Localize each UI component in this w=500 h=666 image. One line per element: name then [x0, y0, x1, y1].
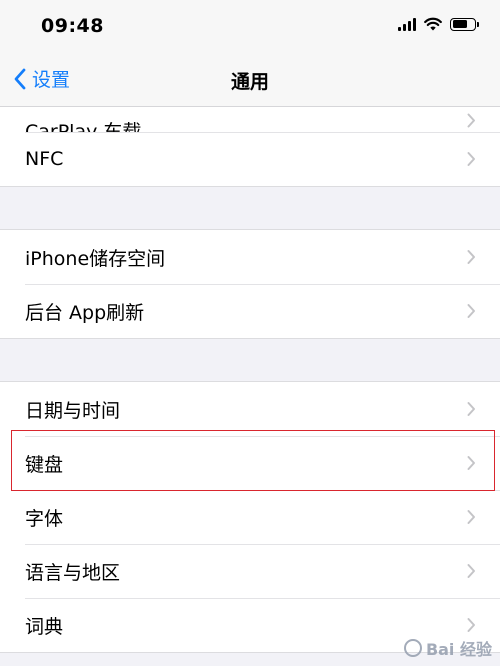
settings-list: CarPlay 车载 NFC iPhone储存空间 后台 App刷新 日期与时间…	[0, 107, 500, 653]
settings-row-background-app-refresh[interactable]: 后台 App刷新	[0, 284, 500, 338]
chevron-right-icon	[467, 564, 475, 578]
chevron-right-icon	[467, 250, 475, 264]
paw-logo-icon	[403, 639, 422, 657]
chevron-right-icon	[467, 510, 475, 524]
cellular-signal-icon	[398, 17, 416, 31]
settings-row-date-time[interactable]: 日期与时间	[0, 382, 500, 436]
row-label: 字体	[25, 507, 64, 530]
chevron-right-icon	[467, 456, 475, 470]
page-title: 通用	[230, 71, 269, 93]
chevron-right-icon	[467, 402, 475, 416]
navigation-bar: 设置 通用	[0, 52, 500, 107]
chevron-right-icon	[467, 113, 475, 128]
settings-group-2: iPhone储存空间 后台 App刷新	[0, 229, 500, 339]
row-label: NFC	[25, 148, 64, 170]
settings-row-iphone-storage[interactable]: iPhone储存空间	[0, 230, 500, 284]
row-label: 词典	[25, 615, 64, 638]
status-icons	[398, 17, 479, 31]
settings-group-3: 日期与时间 键盘 字体 语言与地区 词典	[0, 381, 500, 653]
settings-group-1: CarPlay 车载 NFC	[0, 107, 500, 187]
chevron-right-icon	[467, 152, 475, 166]
status-time: 09:48	[41, 15, 104, 37]
settings-row-language-region[interactable]: 语言与地区	[0, 544, 500, 598]
settings-row-carplay[interactable]: CarPlay 车载	[0, 107, 500, 132]
row-label: CarPlay 车载	[25, 121, 142, 132]
settings-row-nfc[interactable]: NFC	[0, 132, 500, 186]
row-label: 键盘	[25, 453, 64, 476]
chevron-right-icon	[467, 618, 475, 632]
status-bar: 09:48	[0, 0, 500, 52]
settings-row-fonts[interactable]: 字体	[0, 490, 500, 544]
chevron-right-icon	[467, 304, 475, 318]
row-label: 后台 App刷新	[25, 301, 145, 324]
settings-row-keyboard[interactable]: 键盘	[0, 436, 500, 490]
row-label: iPhone储存空间	[25, 247, 166, 270]
watermark: Bai 经验	[403, 636, 492, 660]
row-label: 语言与地区	[25, 561, 121, 584]
battery-icon	[450, 17, 479, 31]
row-label: 日期与时间	[25, 399, 121, 422]
watermark-text: Bai 经验	[425, 640, 492, 659]
wifi-icon	[424, 17, 442, 31]
